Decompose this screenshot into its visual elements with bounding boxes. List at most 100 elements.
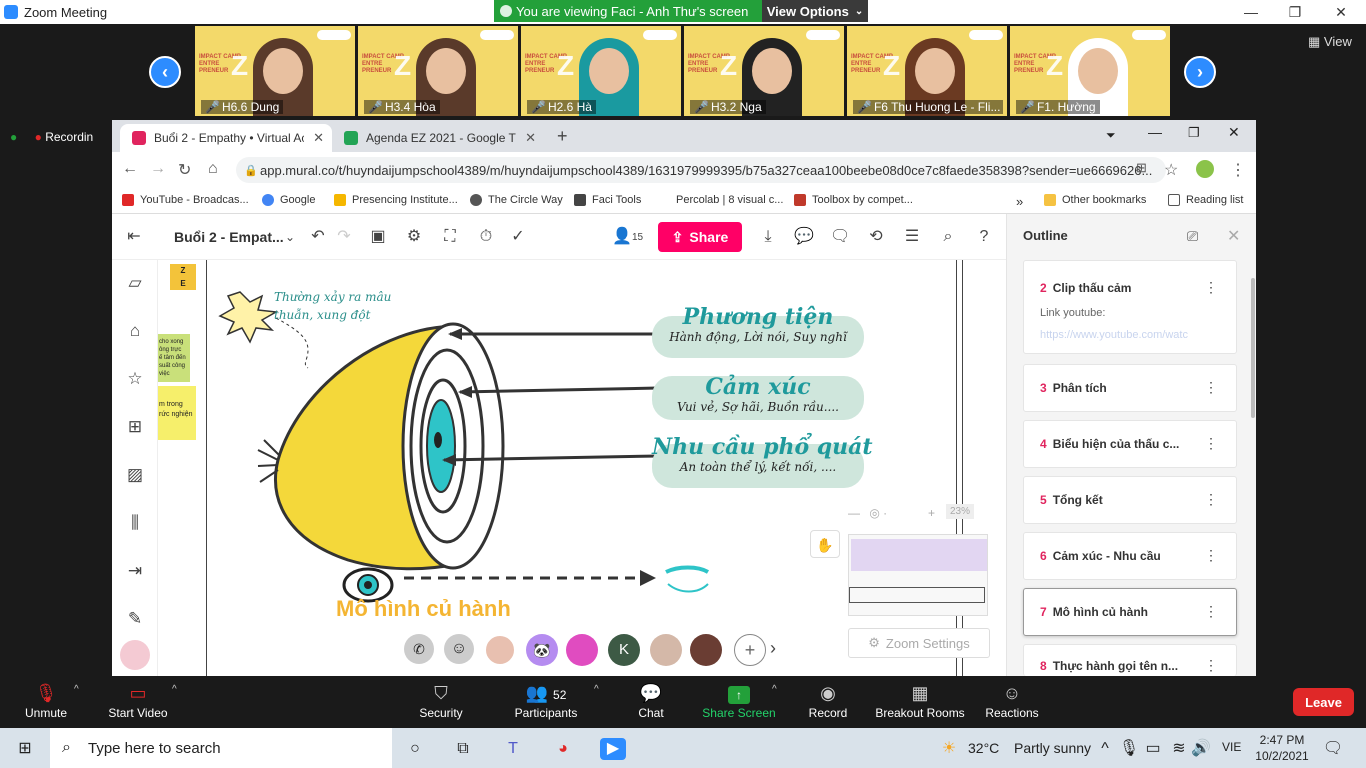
volume-icon[interactable]: 🔊 xyxy=(1190,738,1212,760)
battery-icon[interactable]: ▭ xyxy=(1142,738,1164,760)
share-screen-button[interactable]: ↑ Share Screen xyxy=(702,680,776,720)
outline-item[interactable]: 2 Clip thấu cảm ⋮ Link youtube: https://w… xyxy=(1023,260,1237,354)
reactions-button[interactable]: ☺ Reactions xyxy=(984,680,1040,720)
task-view-icon[interactable]: ⧉ xyxy=(452,738,474,760)
view-button[interactable]: ▦ View xyxy=(1308,34,1352,50)
star-icon[interactable]: ☆ xyxy=(124,368,146,390)
chevron-up-icon[interactable]: ^ xyxy=(172,684,177,695)
image-icon[interactable]: ▨ xyxy=(124,464,146,486)
bubble-cam-xuc[interactable]: Cảm xúc Vui vẻ, Sợ hãi, Buồn rầu.... xyxy=(652,374,864,414)
bookmark-youtube[interactable]: YouTube - Broadcas... xyxy=(122,194,249,206)
unmute-button[interactable]: 🎙 Unmute xyxy=(20,680,72,720)
zoom-slider[interactable]: — ◎ · + 23% xyxy=(848,504,990,522)
library-icon[interactable]: ⫼ xyxy=(124,512,146,534)
chevron-up-icon[interactable]: ^ xyxy=(1094,738,1116,760)
chrome-icon[interactable]: ◕ xyxy=(552,738,574,760)
templates-icon[interactable]: ⊞ xyxy=(124,416,146,438)
leave-button[interactable]: Leave xyxy=(1293,688,1354,716)
bookmark-star-icon[interactable]: ☆ xyxy=(1164,160,1178,180)
bookmark-toolbox[interactable]: Toolbox by compet... xyxy=(794,194,913,206)
close-tab-icon[interactable]: ✕ xyxy=(525,130,536,146)
chevron-up-icon[interactable]: ^ xyxy=(594,684,599,695)
add-collaborator-button[interactable]: + xyxy=(734,634,766,666)
kebab-icon[interactable]: ⋮ xyxy=(1204,657,1218,674)
close-tab-icon[interactable]: ✕ xyxy=(313,130,324,146)
close-button[interactable]: ✕ xyxy=(1228,124,1240,141)
outline-item[interactable]: 8 Thực hành gọi tên n... ⋮ xyxy=(1023,644,1237,676)
download-icon[interactable]: ⤓ xyxy=(758,227,778,247)
bookmark-presencing[interactable]: Presencing Institute... xyxy=(334,194,458,206)
maximize-button[interactable]: ❐ xyxy=(1272,0,1318,24)
zoom-app-icon[interactable]: ▶ xyxy=(600,738,626,760)
outline-item-active[interactable]: 7 Mô hình củ hành ⋮ xyxy=(1023,588,1237,636)
hippo-avatar[interactable] xyxy=(566,634,598,666)
start-video-button[interactable]: ▭ Start Video xyxy=(106,680,170,720)
chat-button[interactable]: 💬 Chat xyxy=(632,680,670,720)
new-tab-button[interactable]: + xyxy=(557,126,568,147)
participant-video[interactable]: IMPACT CAMP ENTRE PRENEUR Z 🎤 F6 Thu Huong … xyxy=(847,26,1007,116)
next-page-button[interactable]: › xyxy=(1184,56,1216,88)
members-icon[interactable]: 👤 xyxy=(612,227,632,247)
outline-item[interactable]: 6 Cảm xúc - Nhu cầu ⋮ xyxy=(1023,532,1237,580)
outline-item[interactable]: 4 Biểu hiện của thấu c... ⋮ xyxy=(1023,420,1237,468)
comment-icon[interactable]: 🗨 xyxy=(830,227,850,247)
taskbar-search[interactable]: ⌕ Type here to search xyxy=(50,728,392,768)
bookmark-circle-way[interactable]: The Circle Way xyxy=(470,194,563,206)
import-icon[interactable]: ⇥ xyxy=(124,560,146,582)
participant-video[interactable]: IMPACT CAMP ENTRE PRENEUR Z 🎤 H2.6 Hà xyxy=(521,26,681,116)
participants-button[interactable]: 👥 52 Participants xyxy=(512,680,580,720)
tab-search-icon[interactable]: ⏷ xyxy=(1106,128,1116,143)
bubble-phuong-tien[interactable]: Phương tiện Hành động, Lời nói, Suy nghĩ xyxy=(652,304,864,344)
prev-page-button[interactable]: ‹ xyxy=(149,56,181,88)
tab-mural[interactable]: Buổi 2 - Empathy • Virtual Active ✕ xyxy=(120,124,332,152)
more-bookmarks-button[interactable]: » xyxy=(1016,194,1023,209)
kebab-icon[interactable]: ⋮ xyxy=(1204,279,1218,296)
close-icon[interactable]: ✕ xyxy=(1227,226,1240,246)
url-input[interactable]: 🔒 app.mural.co/t/huyndaijumpschool4389/m… xyxy=(236,157,1166,183)
mic-icon[interactable]: 🎙 xyxy=(1118,738,1140,760)
kebab-icon[interactable]: ⋮ xyxy=(1204,491,1218,508)
redo-icon[interactable]: ↷ xyxy=(334,227,354,247)
profile-avatar[interactable] xyxy=(1196,160,1214,178)
facilitation-icon[interactable]: ⚙ xyxy=(404,227,424,247)
mural-title[interactable]: Buổi 2 - Empat... xyxy=(174,229,284,245)
forward-icon[interactable]: → xyxy=(150,160,166,178)
help-icon[interactable]: ? xyxy=(974,227,994,247)
fit-icon[interactable]: ⛶ xyxy=(440,227,460,247)
restore-button[interactable]: ❐ xyxy=(1188,125,1200,141)
bookmark-faci-tools[interactable]: Faci Tools xyxy=(574,194,641,206)
clock[interactable]: 2:47 PM 10/2/2021 xyxy=(1252,732,1312,764)
call-icon[interactable]: ✆ xyxy=(404,634,434,664)
close-button[interactable]: ✕ xyxy=(1318,0,1364,24)
windows-start-icon[interactable]: ⊞ xyxy=(14,738,36,760)
chevron-down-icon[interactable]: ⌄ xyxy=(280,227,300,247)
language-indicator[interactable]: VIE xyxy=(1222,740,1241,754)
present-icon[interactable]: ⎚ xyxy=(1187,228,1198,245)
pen-icon[interactable]: ✎ xyxy=(124,608,146,630)
panda-avatar[interactable]: 🐼 xyxy=(526,634,558,666)
kebab-icon[interactable]: ⋮ xyxy=(1204,379,1218,396)
weather-icon[interactable]: ☀ xyxy=(938,738,960,760)
participant-video[interactable]: IMPACT CAMP ENTRE PRENEUR Z 🎤 H3.2 Nga xyxy=(684,26,844,116)
menu-icon[interactable]: ⋮ xyxy=(1230,160,1246,180)
emoji-icon[interactable]: ☺ xyxy=(444,634,474,664)
collaborator-avatar[interactable] xyxy=(484,634,516,666)
participant-video[interactable]: IMPACT CAMP ENTRE PRENEUR Z 🎤 H6.6 Dung xyxy=(195,26,355,116)
collaborator-avatar[interactable] xyxy=(650,634,682,666)
collaborator-avatar[interactable] xyxy=(690,634,722,666)
hand-tool-icon[interactable]: ✋ xyxy=(810,530,840,558)
user-avatar[interactable] xyxy=(120,640,150,670)
participant-video[interactable]: IMPACT CAMP ENTRE PRENEUR Z 🎤 H3.4 Hòa xyxy=(358,26,518,116)
collaborator-k-avatar[interactable]: K xyxy=(608,634,640,666)
model-title[interactable]: Mô hình củ hành xyxy=(336,596,511,622)
frame-icon[interactable]: ▣ xyxy=(368,227,388,247)
bookmark-google[interactable]: Google xyxy=(262,194,315,206)
share-button[interactable]: ⇪ Share xyxy=(658,222,742,252)
bookmark-percolab[interactable]: Percolab | 8 visual c... xyxy=(658,194,783,206)
outline-icon[interactable]: ☰ xyxy=(902,227,922,247)
sticky-note-icon[interactable]: ▱ xyxy=(124,272,146,294)
other-bookmarks[interactable]: Other bookmarks xyxy=(1044,194,1146,206)
text-icon[interactable]: ⌂ xyxy=(124,320,146,342)
outline-item[interactable]: 3 Phân tích ⋮ xyxy=(1023,364,1237,412)
tab-agenda[interactable]: Agenda EZ 2021 - Google Trang ✕ xyxy=(332,124,544,152)
